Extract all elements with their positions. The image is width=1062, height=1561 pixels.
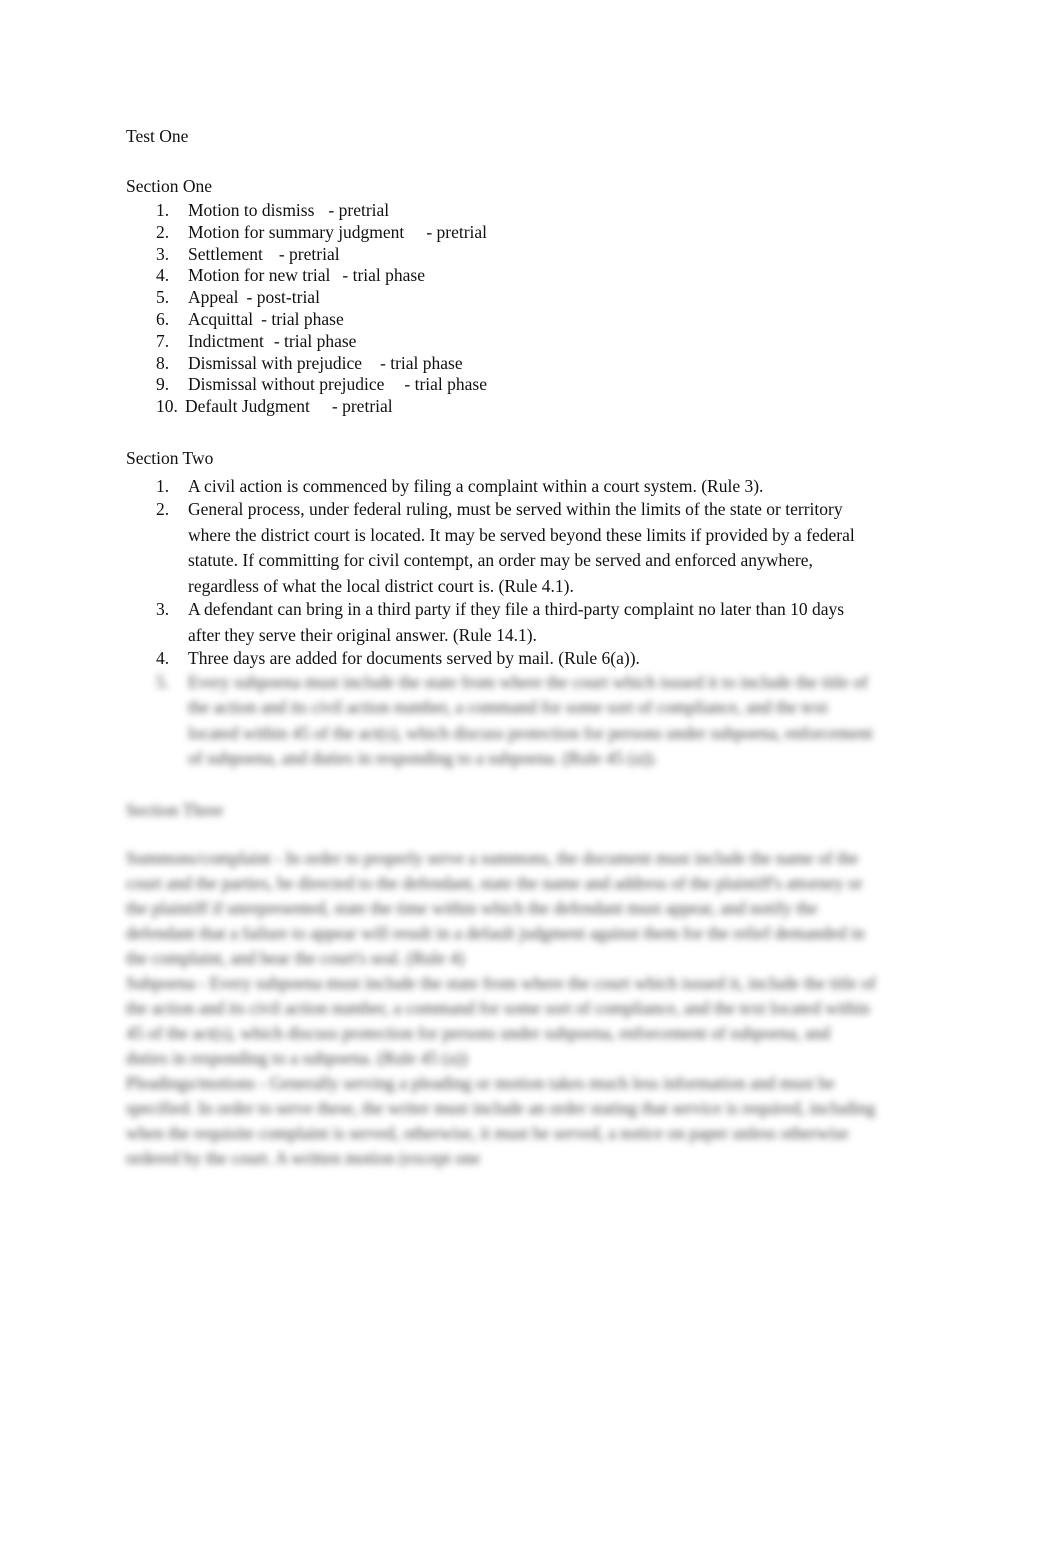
item-number: 7.	[156, 330, 170, 351]
item-number: 10.	[156, 396, 178, 417]
section-two-heading: Section Two	[126, 447, 214, 468]
item-term: Motion to dismiss	[188, 200, 315, 220]
section-one-item: 7. Indictment - trial phase	[126, 331, 876, 353]
item-phase: - trial phase	[261, 308, 344, 329]
document-title: Test One	[126, 126, 189, 146]
section-two-item: 3. A defendant can bring in a third party…	[126, 597, 876, 648]
item-phase: - pretrial	[426, 221, 488, 242]
item-phase: - pretrial	[278, 243, 340, 264]
item-text: General process, under federal ruling, m…	[188, 499, 855, 596]
section-three-body: Summons/complaint - In order to properly…	[126, 846, 876, 1171]
item-term: Settlement	[188, 243, 263, 264]
item-text: A defendant can bring in a third party i…	[188, 599, 845, 645]
section-three-paragraph: Subpoena - Every subpoena must include t…	[126, 972, 876, 1068]
section-one-item: 10. Default Judgment - pretrial	[126, 396, 876, 418]
item-number: 4.	[156, 265, 170, 286]
item-text: A civil action is commenced by filing a …	[188, 475, 764, 496]
section-two-item: 2. General process, under federal ruling,…	[126, 497, 876, 599]
item-number: 5.	[156, 671, 170, 692]
item-term: Acquittal	[188, 308, 254, 329]
blurred-preview-content: Section Three Summons/complaint - In ord…	[126, 798, 876, 1171]
item-term: Indictment	[188, 330, 264, 351]
item-number: 4.	[156, 648, 170, 669]
section-one-item: 1. Motion to dismiss - pretrial	[126, 200, 876, 222]
item-text: Three days are added for documents serve…	[188, 648, 640, 669]
section-one-item: 3. Settlement - pretrial	[126, 244, 876, 266]
item-phase: - trial phase	[380, 352, 463, 373]
item-number: 6.	[156, 308, 170, 329]
item-number: 3.	[156, 599, 170, 620]
item-number: 1.	[156, 475, 170, 496]
section-three-paragraph: Summons/complaint - In order to properly…	[126, 847, 865, 968]
section-one-item: 2. Motion for summary judgment - pretrial	[126, 222, 876, 244]
item-phase: - pretrial	[331, 396, 393, 417]
item-number: 8.	[156, 352, 170, 373]
item-phase: - trial phase	[404, 374, 487, 395]
item-term: Default Judgment	[185, 396, 310, 417]
item-phase: - pretrial	[328, 200, 390, 220]
section-two-list: 1. A civil action is commenced by filing …	[126, 474, 876, 772]
item-term: Dismissal with prejudice	[188, 352, 363, 373]
item-text: Every subpoena must include the state fr…	[188, 671, 873, 769]
item-phase: - trial phase	[273, 330, 357, 351]
item-number: 5.	[156, 287, 170, 308]
section-one-item: 4. Motion for new trial - trial phase	[126, 265, 876, 287]
item-term: Motion for new trial	[188, 265, 331, 286]
item-number: 3.	[156, 243, 170, 264]
section-two-item: 5. Every subpoena must include the state …	[126, 670, 876, 772]
item-number: 2.	[156, 221, 170, 242]
section-one-item: 6. Acquittal - trial phase	[126, 309, 876, 331]
item-number: 1.	[156, 200, 170, 220]
item-term: Motion for summary judgment	[188, 221, 405, 242]
item-phase: - trial phase	[342, 265, 426, 286]
section-one-item: 5. Appeal - post-trial	[126, 287, 876, 309]
document-page: Test One Section One 1. Motion to dismiss…	[126, 124, 876, 1171]
section-two-item: 1. A civil action is commenced by filing …	[126, 474, 876, 500]
section-one-list: 1. Motion to dismiss - pretrial 2. Motion fo…	[126, 200, 876, 418]
item-number: 2.	[156, 499, 170, 520]
item-number: 9.	[156, 374, 170, 395]
section-one-item: 8. Dismissal with prejudice - trial phase	[126, 353, 876, 375]
section-one-heading: Section One	[126, 176, 213, 196]
section-three-paragraph: Pleadings/motions - Generally serving a …	[126, 1072, 876, 1168]
item-phase: - post-trial	[246, 287, 320, 308]
item-term: Dismissal without prejudice	[188, 374, 385, 395]
section-three-heading: Section Three	[126, 799, 224, 820]
section-two-item: 4. Three days are added for documents ser…	[126, 646, 876, 672]
item-term: Appeal	[188, 287, 239, 308]
section-one-item: 9. Dismissal without prejudice - trial pha…	[126, 374, 876, 396]
